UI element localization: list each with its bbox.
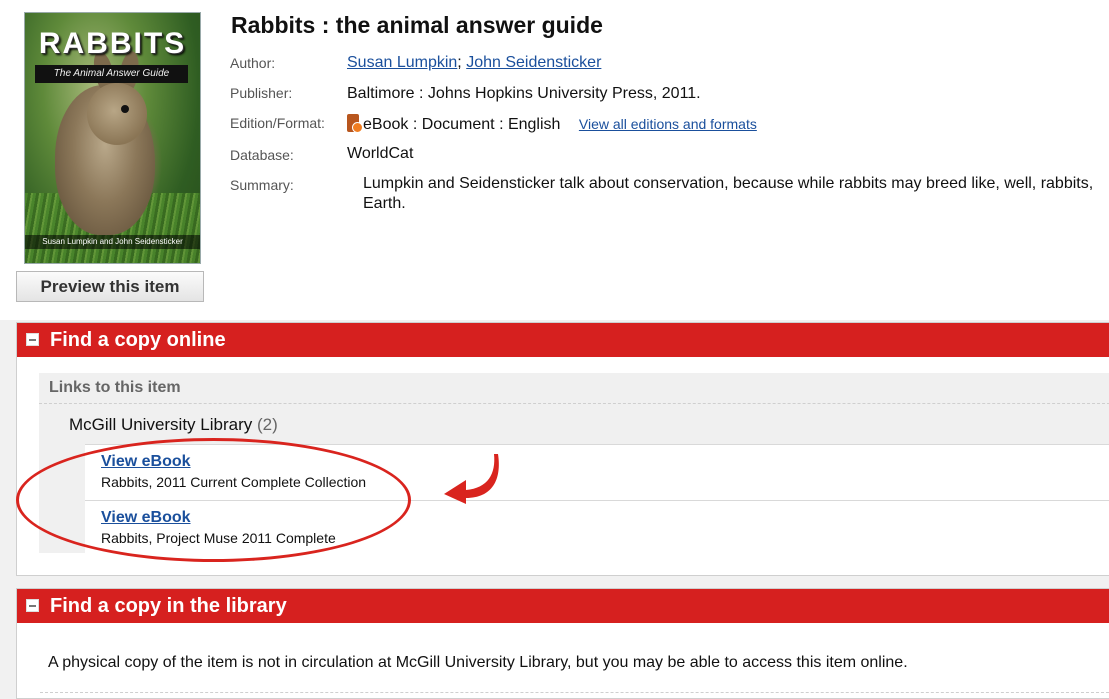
annotation-arrow-icon	[444, 454, 499, 504]
collapse-icon[interactable]	[26, 333, 39, 346]
cover-title: RABBITS	[38, 27, 187, 60]
author-link-seidensticker[interactable]: John Seidensticker	[466, 54, 601, 71]
cover-subtitle: The Animal Answer Guide	[35, 65, 188, 83]
summary-line: Lumpkin and Seidensticker talk about con…	[363, 175, 1094, 192]
preview-item-button[interactable]: Preview this item	[16, 271, 204, 302]
divider	[40, 692, 1109, 693]
publisher-value: Baltimore : Johns Hopkins University Pre…	[347, 85, 701, 102]
database-label: Database:	[230, 147, 294, 163]
view-all-editions-link[interactable]: View all editions and formats	[579, 116, 757, 132]
database-value: WorldCat	[347, 145, 414, 162]
view-ebook-link[interactable]: View eBook	[101, 509, 191, 527]
author-value: Susan Lumpkin; John Seidensticker	[347, 54, 601, 72]
section-title: Find a copy in the library	[50, 595, 287, 617]
edition-label: Edition/Format:	[230, 115, 325, 131]
find-copy-library-section: Find a copy in the library	[16, 588, 1109, 699]
find-copy-online-header[interactable]: Find a copy online	[17, 323, 1109, 357]
item-title: Rabbits : the animal answer guide	[231, 12, 603, 38]
ebook-source: Rabbits, 2011 Current Complete Collectio…	[101, 474, 367, 490]
links-heading-text: Links to this item	[49, 379, 181, 396]
library-name-text: McGill University Library	[69, 415, 253, 434]
collapse-icon[interactable]	[26, 599, 39, 612]
book-cover-image[interactable]: RABBITS The Animal Answer Guide Susan Lu…	[24, 12, 201, 264]
author-link-lumpkin[interactable]: Susan Lumpkin	[347, 54, 457, 71]
view-ebook-link[interactable]: View eBook	[101, 453, 191, 471]
cover-authors: Susan Lumpkin and John Seidensticker	[25, 235, 200, 249]
summary-text: Lumpkin and Seidensticker talk about con…	[363, 174, 1109, 214]
links-box: Links to this item McGill University Lib…	[39, 373, 1109, 556]
summary-line: Earth.	[363, 195, 406, 212]
cover-rabbit-head	[87, 83, 147, 145]
author-separator: ;	[457, 54, 462, 71]
library-link-count: (2)	[256, 415, 278, 434]
summary-label: Summary:	[230, 177, 294, 193]
publisher-label: Publisher:	[230, 85, 293, 101]
link-entry: View eBook Rabbits, Project Muse 2011 Co…	[85, 500, 1109, 556]
find-copy-online-section: Find a copy online Links to this item Mc…	[16, 322, 1109, 576]
ebook-source: Rabbits, Project Muse 2011 Complete	[101, 530, 336, 546]
library-name: McGill University Library (2)	[69, 415, 278, 435]
link-entry: View eBook Rabbits, 2011 Current Complet…	[85, 444, 1109, 500]
ebook-icon	[347, 114, 363, 133]
links-heading: Links to this item	[39, 373, 1109, 404]
section-title: Find a copy online	[50, 329, 226, 351]
edition-text: eBook : Document : English	[363, 116, 561, 133]
cover-rabbit-eye	[121, 105, 129, 113]
edition-value: eBook : Document : English View all edit…	[347, 114, 757, 134]
author-label: Author:	[230, 55, 276, 71]
find-copy-library-header[interactable]: Find a copy in the library	[17, 589, 1109, 623]
library-notice: A physical copy of the item is not in ci…	[48, 654, 908, 671]
